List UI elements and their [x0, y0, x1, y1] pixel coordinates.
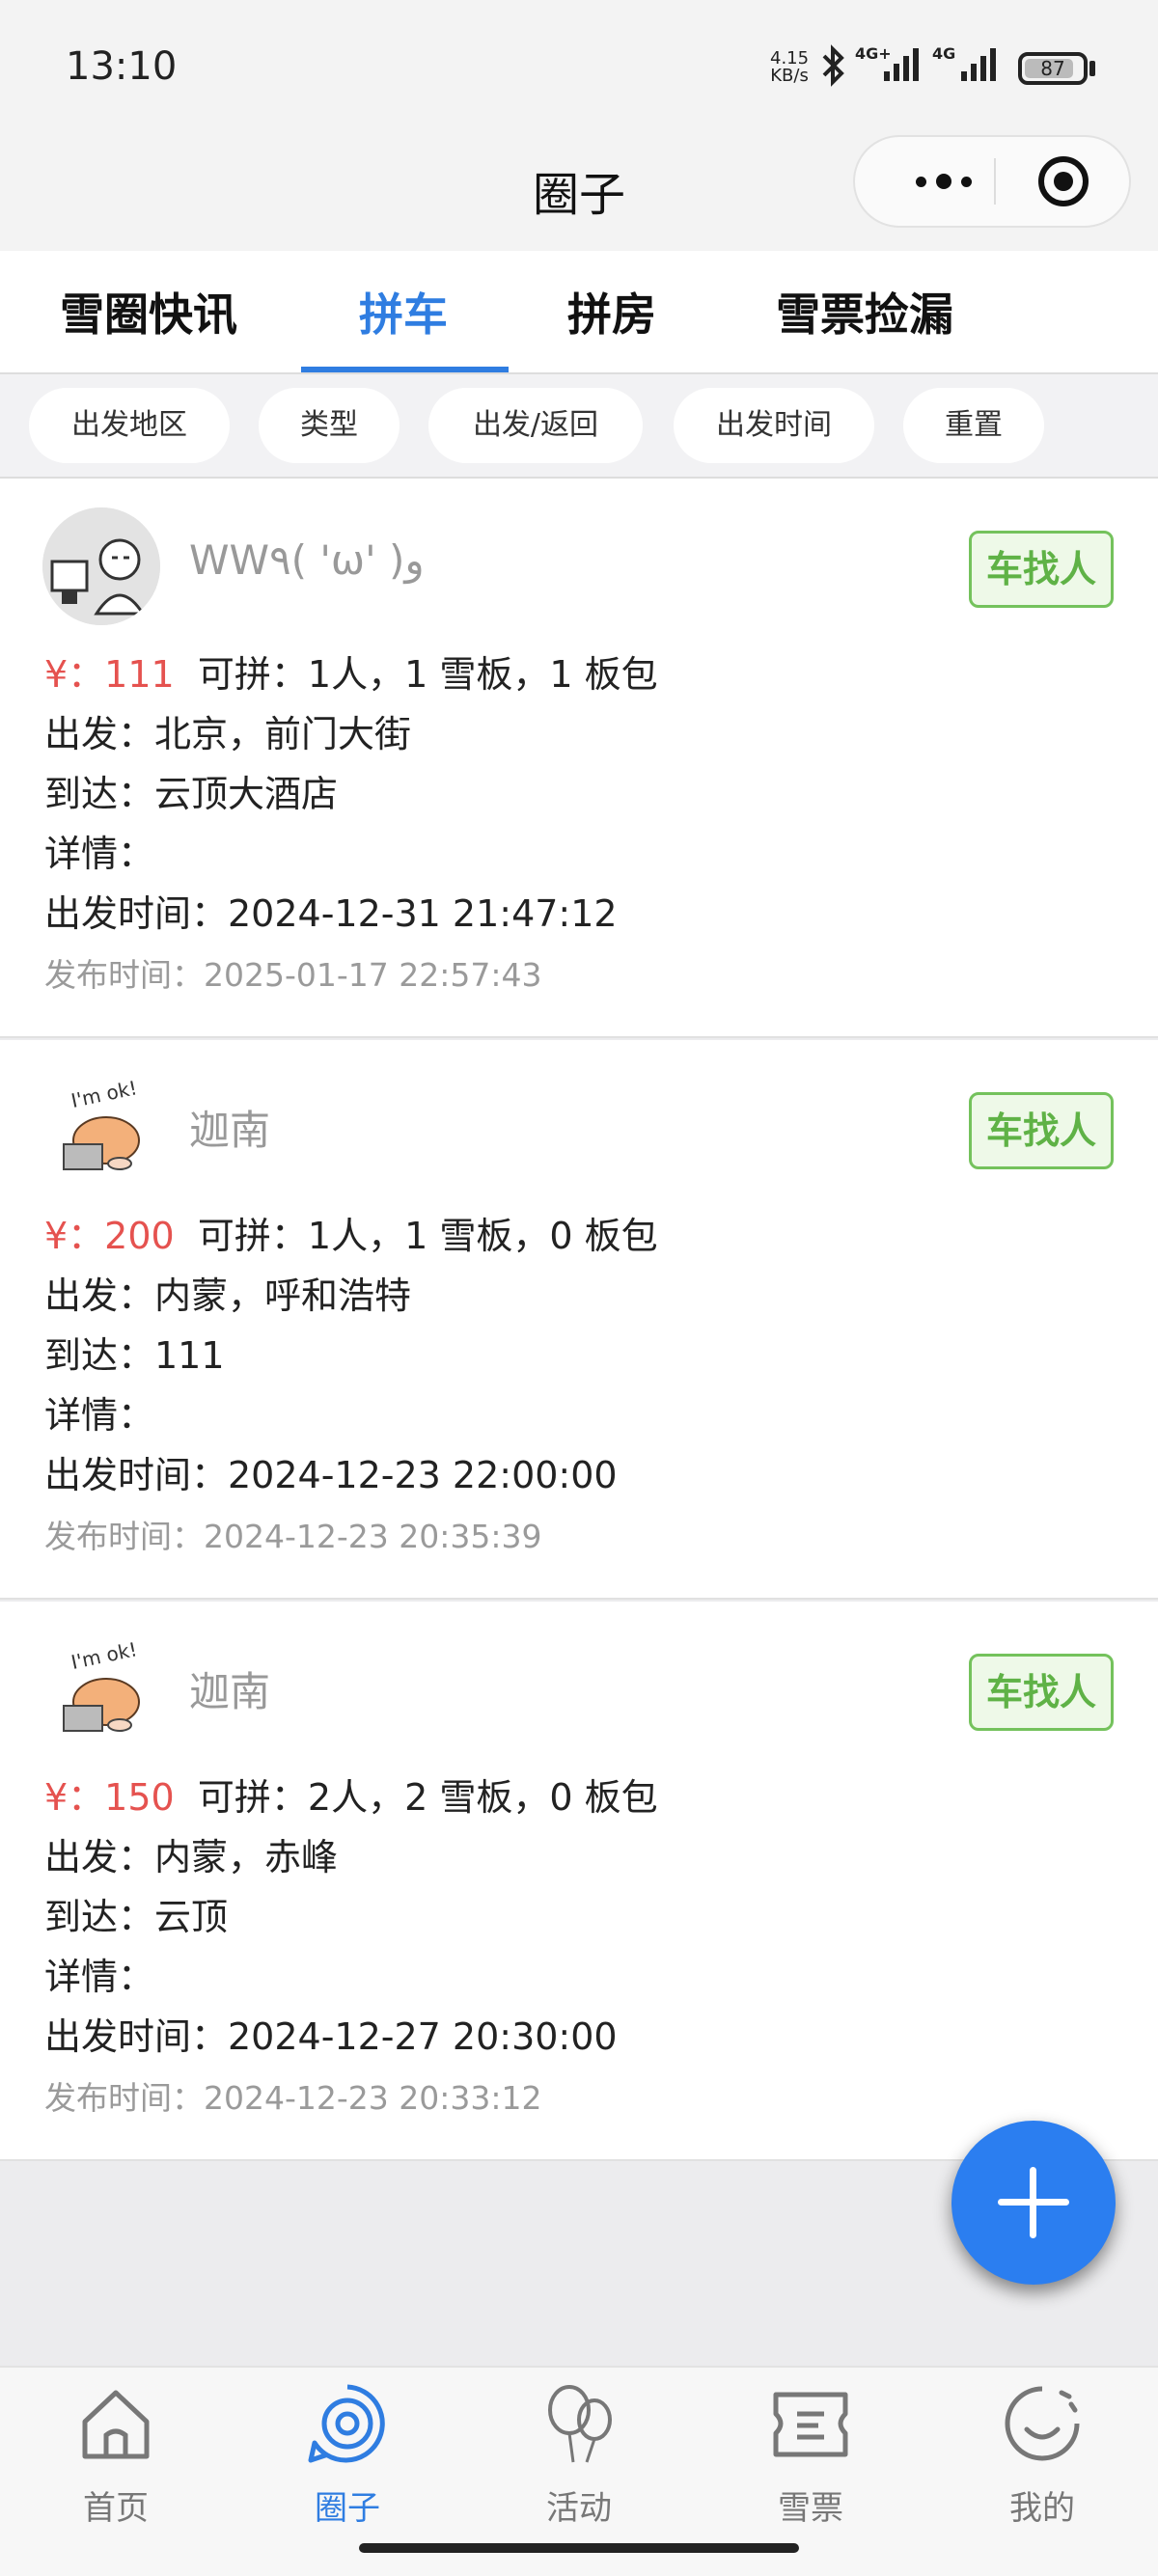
nav-bar: 圈子 [0, 135, 1158, 251]
im-ok-sticker-avatar[interactable]: I'm ok! [42, 1631, 160, 1748]
price-capacity-row: ¥：200 可拼：1人，1 雪板，0 板包 [44, 1206, 658, 1259]
tabbar-label: 圈子 [315, 2489, 380, 2528]
im-ok-sticker-avatar[interactable]: I'm ok! [42, 1069, 160, 1187]
departure-location: 出发：内蒙，呼和浩特 [44, 1274, 412, 1317]
arrival-location: 到达：云顶 [44, 1896, 229, 1938]
username: 迦南 [189, 1107, 271, 1154]
bluetooth-icon [822, 44, 844, 87]
details: 详情： [44, 1956, 155, 1998]
smile-icon [1005, 2386, 1080, 2461]
tabbar-label: 活动 [546, 2489, 612, 2528]
tabbar-item-home[interactable]: 首页 [39, 2383, 193, 2528]
username: 迦南 [189, 1668, 271, 1715]
tabbar-item-tickets[interactable]: 雪票 [733, 2383, 888, 2528]
tabbar-item-profile[interactable]: 我的 [965, 2383, 1119, 2528]
arrival-location: 到达：云顶大酒店 [44, 773, 339, 815]
filter-departure-time[interactable]: 出发时间 [674, 388, 874, 463]
departure-time: 出发时间：2024-12-27 20:30:00 [44, 2015, 618, 2058]
price-capacity-row: ¥：150 可拼：2人，2 雪板，0 板包 [44, 1768, 658, 1821]
post-time: 发布时间：2024-12-23 20:33:12 [44, 2079, 542, 2117]
car-seeking-passenger-badge: 车找人 [969, 1092, 1114, 1169]
capacity: 可拼：1人，1 雪板，1 板包 [197, 653, 658, 696]
more-icon[interactable] [894, 137, 994, 226]
tabbar-item-activities[interactable]: 活动 [502, 2383, 656, 2528]
departure-location: 出发：北京，前门大街 [44, 713, 412, 755]
carpool-card[interactable]: WW٩( 'ω' )و 车找人 ¥：111 可拼：1人，1 雪板，1 板包 出发… [0, 479, 1158, 1038]
price: ¥：200 [44, 1215, 175, 1257]
battery-nub [1089, 61, 1095, 76]
departure-time: 出发时间：2024-12-31 21:47:12 [44, 892, 618, 935]
add-post-button[interactable] [951, 2121, 1116, 2285]
home-indicator[interactable] [359, 2543, 799, 2553]
filter-direction[interactable]: 出发/返回 [428, 388, 643, 463]
tabbar-item-circle[interactable]: 圈子 [270, 2383, 425, 2528]
balloon-icon [548, 2385, 612, 2463]
miniprogram-capsule [853, 135, 1131, 228]
tab-snow-news[interactable]: 雪圈快讯 [60, 280, 237, 343]
ticket-icon [773, 2392, 848, 2457]
tabbar-label: 首页 [83, 2489, 149, 2528]
network-speed: 4.15 KB/s [770, 50, 809, 85]
departure-location: 出发：内蒙，赤峰 [44, 1836, 339, 1878]
battery-level: 87 [1040, 57, 1065, 80]
arrival-location: 到达：111 [44, 1334, 225, 1377]
carpool-card[interactable]: I'm ok! 迦南 车找人 ¥：200 可拼：1人，1 雪板，0 板包 出发：… [0, 1040, 1158, 1600]
filter-departure-region[interactable]: 出发地区 [29, 388, 230, 463]
post-time: 发布时间：2025-01-17 22:57:43 [44, 956, 542, 994]
price: ¥：150 [44, 1776, 175, 1819]
post-time: 发布时间：2024-12-23 20:35:39 [44, 1518, 542, 1555]
battery-icon: 87 [1018, 52, 1088, 85]
active-tab-indicator [301, 367, 509, 372]
details: 详情： [44, 1394, 155, 1437]
filter-reset[interactable]: 重置 [903, 388, 1044, 463]
filter-bar: 出发地区 类型 出发/返回 出发时间 重置 [0, 374, 1158, 479]
home-icon [82, 2390, 150, 2459]
category-tabs: 雪圈快讯 拼车 拼房 雪票捡漏 [0, 251, 1158, 374]
tabbar-label: 我的 [1009, 2489, 1075, 2528]
signal-4g-icon: 4G [932, 44, 1000, 87]
filter-type[interactable]: 类型 [259, 388, 400, 463]
status-time: 13:10 [66, 44, 178, 89]
capacity: 可拼：1人，1 雪板，0 板包 [197, 1215, 658, 1257]
departure-time: 出发时间：2024-12-23 22:00:00 [44, 1454, 618, 1496]
tab-carpool[interactable]: 拼车 [359, 280, 448, 343]
tab-room-share[interactable]: 拼房 [567, 280, 656, 343]
network-speed-unit: KB/s [770, 66, 809, 86]
circle-target-icon [308, 2384, 385, 2463]
car-seeking-passenger-badge: 车找人 [969, 1654, 1114, 1731]
username: WW٩( 'ω' )و [189, 536, 425, 584]
tab-ticket-deals[interactable]: 雪票捡漏 [776, 280, 953, 343]
capsule-divider [994, 158, 996, 205]
close-miniprogram-icon[interactable] [1038, 156, 1089, 206]
signal-4g-plus-icon: 4G+ [855, 44, 923, 87]
capacity: 可拼：2人，2 雪板，0 板包 [197, 1776, 658, 1819]
computer-user-avatar[interactable] [42, 507, 160, 625]
car-seeking-passenger-badge: 车找人 [969, 531, 1114, 608]
details: 详情： [44, 833, 155, 875]
status-icons: 4G+ 4G [820, 44, 1000, 87]
price: ¥：111 [44, 653, 175, 696]
price-capacity-row: ¥：111 可拼：1人，1 雪板，1 板包 [44, 644, 658, 698]
status-bar: 13:10 4.15 KB/s 4G+ 4G 87 [0, 0, 1158, 135]
tabbar-label: 雪票 [778, 2489, 843, 2528]
carpool-card[interactable]: I'm ok! 迦南 车找人 ¥：150 可拼：2人，2 雪板，0 板包 出发：… [0, 1602, 1158, 2161]
